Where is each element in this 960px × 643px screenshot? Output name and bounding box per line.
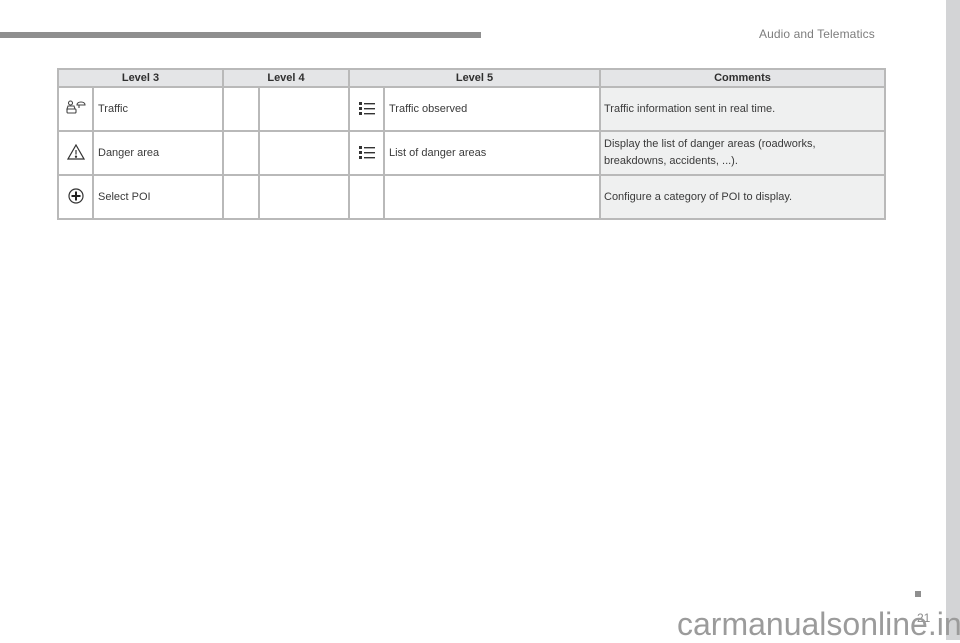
level5-icon-cell — [348, 174, 385, 220]
column-header-level5: Level 5 — [348, 68, 601, 88]
column-header-level3: Level 3 — [57, 68, 224, 88]
section-title: Audio and Telematics — [759, 27, 875, 41]
level5-label: List of danger areas — [383, 130, 601, 176]
level3-icon-cell — [57, 86, 94, 132]
level3-icon-cell — [57, 174, 94, 220]
level3-icon-cell — [57, 130, 94, 176]
page-edge-band — [946, 0, 960, 640]
level4-label — [258, 174, 350, 220]
table-row: Danger area List of danger areas Display… — [57, 130, 886, 176]
level4-icon-cell — [222, 130, 260, 176]
menu-levels-table: Level 3 Level 4 Level 5 Comments Traffic… — [57, 68, 886, 220]
level5-icon-cell — [348, 86, 385, 132]
list-icon — [358, 145, 375, 162]
comment-cell: Configure a category of POI to display. — [599, 174, 886, 220]
level3-label: Traffic — [92, 86, 224, 132]
page-marker — [915, 591, 921, 597]
traffic-icon — [65, 99, 86, 119]
level4-icon-cell — [222, 86, 260, 132]
column-header-level4: Level 4 — [222, 68, 350, 88]
comment-cell: Display the list of danger areas (roadwo… — [599, 130, 886, 176]
table-row: Select POI Configure a category of POI t… — [57, 174, 886, 220]
warning-triangle-icon — [66, 143, 85, 163]
level5-label — [383, 174, 601, 220]
list-icon — [358, 101, 375, 118]
plus-circle-icon — [67, 187, 84, 207]
watermark: carmanualsonline.info — [677, 606, 960, 642]
table-row: Traffic Traffic observed Traffic informa… — [57, 86, 886, 132]
level3-label: Danger area — [92, 130, 224, 176]
header-bar — [0, 32, 481, 38]
column-header-comments: Comments — [599, 68, 886, 88]
level3-label: Select POI — [92, 174, 224, 220]
level4-icon-cell — [222, 174, 260, 220]
level5-icon-cell — [348, 130, 385, 176]
level4-label — [258, 130, 350, 176]
level4-label — [258, 86, 350, 132]
level5-label: Traffic observed — [383, 86, 601, 132]
table-header-row: Level 3 Level 4 Level 5 Comments — [57, 68, 886, 88]
comment-cell: Traffic information sent in real time. — [599, 86, 886, 132]
